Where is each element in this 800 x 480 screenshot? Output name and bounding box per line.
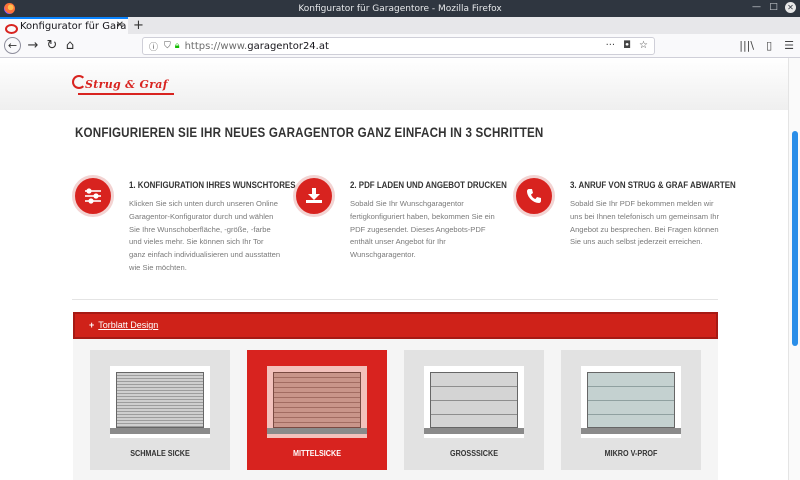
logo-text: Strug & Graf <box>85 78 168 91</box>
tracking-shield-icon[interactable]: ⛉ <box>164 41 171 51</box>
url-scheme: https://www. <box>184 40 248 52</box>
step-1-description: Klicken Sie sich unten durch unseren Onl… <box>129 199 281 272</box>
garage-door-preview <box>581 366 681 438</box>
steps-section: 1. KONFIGURATION IHRES WUNSCHTORES Klick… <box>72 170 736 300</box>
reload-button[interactable]: ↻ <box>44 38 60 54</box>
library-icon[interactable]: |||\ <box>739 39 754 52</box>
firefox-icon <box>4 3 15 14</box>
design-card-mittelsicke[interactable]: MITTELSICKE <box>247 350 387 470</box>
back-button[interactable]: ← <box>4 37 21 54</box>
page-scrollbar[interactable] <box>788 58 800 480</box>
new-tab-button[interactable]: + <box>133 17 144 34</box>
site-favicon-icon <box>5 23 18 34</box>
home-button[interactable]: ⌂ <box>62 38 78 54</box>
step-1-title: 1. KONFIGURATION IHRES WUNSCHTORES <box>129 180 296 190</box>
window-title: Konfigurator für Garagentore - Mozilla F… <box>298 3 502 14</box>
page-actions-icon[interactable]: ··· <box>606 40 616 51</box>
design-card-grosssicke[interactable]: GROSSSICKE <box>404 350 544 470</box>
scrollbar-thumb[interactable] <box>792 131 798 346</box>
pocket-icon[interactable]: ◘ <box>623 40 631 51</box>
maximize-button[interactable]: □ <box>768 2 779 13</box>
sidebar-icon[interactable]: ▯ <box>766 39 772 52</box>
garage-door-preview <box>424 366 524 438</box>
window-titlebar: Konfigurator für Garagentore - Mozilla F… <box>0 0 800 17</box>
design-name: GROSSSICKE <box>449 449 499 458</box>
lock-icon[interactable]: 🔒︎ <box>175 41 180 51</box>
sliders-icon <box>72 175 114 217</box>
section-divider <box>72 299 718 300</box>
minimize-button[interactable]: — <box>751 2 762 13</box>
tab-konfigurator[interactable]: Konfigurator für Gara ✕ <box>0 17 128 34</box>
design-name: MIKRO V-PROF <box>604 449 658 458</box>
step-3-description: Sobald Sie Ihr PDF bekommen melden wir u… <box>570 199 720 247</box>
tab-strip: Konfigurator für Gara ✕ + <box>0 17 800 34</box>
design-options: SCHMALE SICKE MITTELSICKE GROSSSICKE MIK… <box>73 339 718 480</box>
torblatt-design-label[interactable]: Torblatt Design <box>89 320 158 330</box>
bookmark-star-icon[interactable]: ☆ <box>639 40 648 51</box>
step-3-title: 3. ANRUF VON STRUG & GRAF ABWARTEN <box>570 180 736 190</box>
step-2-description: Sobald Sie Ihr Wunschgaragentor fertigko… <box>350 199 495 260</box>
garage-door-preview <box>110 366 210 438</box>
url-host: garagentor24.at <box>247 40 329 52</box>
garage-door-preview <box>267 366 367 438</box>
strug-graf-logo[interactable]: Strug & Graf <box>72 72 180 98</box>
design-name: MITTELSICKE <box>292 449 342 458</box>
design-name: SCHMALE SICKE <box>130 449 190 458</box>
phone-icon <box>513 175 555 217</box>
page-headline: KONFIGURIEREN SIE IHR NEUES GARAGENTOR G… <box>75 125 544 140</box>
torblatt-design-accordion[interactable]: Torblatt Design <box>73 312 718 339</box>
logo-swoosh-icon <box>72 75 86 89</box>
tab-close-icon[interactable]: ✕ <box>116 20 124 31</box>
design-card-mikro-v-prof[interactable]: MIKRO V-PROF <box>561 350 701 470</box>
url-bar[interactable]: ⓘ ⛉ 🔒︎ https://www. garagentor24.at ··· … <box>142 37 655 55</box>
page-content: Strug & Graf KONFIGURIEREN SIE IHR NEUES… <box>0 58 788 480</box>
info-icon[interactable]: ⓘ <box>149 40 158 53</box>
tab-label: Konfigurator für Gara <box>20 21 127 32</box>
step-2-title: 2. PDF LADEN UND ANGEBOT DRUCKEN <box>350 180 507 190</box>
navigation-toolbar: ← → ↻ ⌂ ⓘ ⛉ 🔒︎ https://www. garagentor24… <box>0 34 800 58</box>
design-card-schmale-sicke[interactable]: SCHMALE SICKE <box>90 350 230 470</box>
download-icon <box>293 175 335 217</box>
menu-icon[interactable]: ☰ <box>784 39 794 52</box>
site-header: Strug & Graf <box>0 58 788 110</box>
close-window-button[interactable]: ✕ <box>785 2 796 13</box>
forward-button[interactable]: → <box>25 38 41 54</box>
